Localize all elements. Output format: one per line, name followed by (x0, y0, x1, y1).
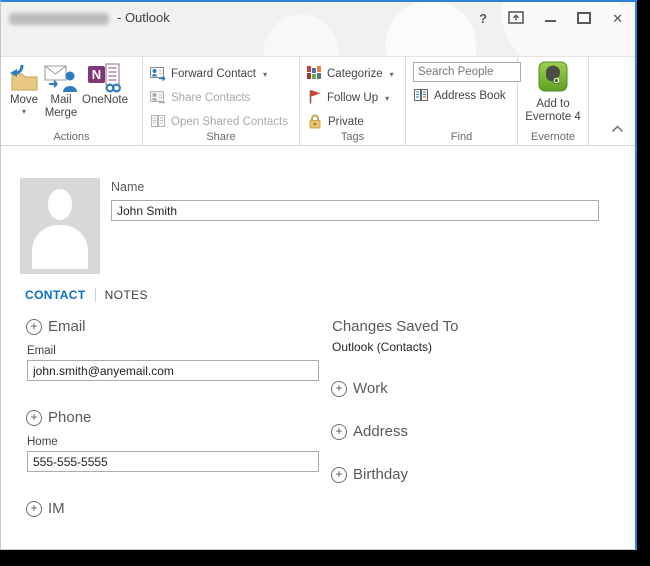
mail-merge-icon (44, 61, 78, 94)
add-im-icon[interactable]: + (26, 500, 42, 517)
follow-up-caret: ▾ (385, 93, 390, 103)
move-label: Move (9, 94, 39, 106)
ribbon-group-evernote: Add to Evernote 4 Evernote (518, 57, 589, 145)
email-section-title: Email (48, 318, 86, 335)
titlebar-background: - Outlook ? ✕ (1, 2, 635, 56)
address-book-icon (413, 87, 429, 106)
add-phone-icon[interactable]: + (26, 409, 42, 426)
email-field-label: Email (27, 345, 56, 357)
evernote-label-line1: Add to (536, 98, 570, 110)
address-book-label: Address Book (434, 90, 506, 102)
open-shared-contacts-icon (150, 113, 166, 132)
forward-contact-caret: ▾ (263, 69, 268, 79)
open-shared-contacts-label: Open Shared Contacts (171, 116, 288, 128)
categorize-label: Categorize (327, 68, 383, 80)
maximize-icon[interactable] (577, 12, 592, 24)
contact-photo-placeholder[interactable] (20, 178, 100, 274)
birthday-section-title: Birthday (353, 466, 409, 483)
minimize-icon[interactable] (545, 20, 557, 22)
add-email-icon[interactable]: + (26, 318, 42, 335)
group-label-actions: Actions (53, 131, 90, 143)
phone-section-title: Phone (48, 409, 92, 426)
ribbon-group-share: Forward Contact ▾ Share Contacts Open Sh… (143, 57, 300, 145)
contact-form: Name CONTACT NOTES + Email Email + Phone… (1, 146, 635, 549)
window-controls: ? ✕ (479, 2, 623, 34)
address-section-title: Address (353, 423, 409, 440)
name-field-label: Name (111, 180, 145, 194)
silhouette-torso (32, 225, 88, 269)
mail-merge-label-line1: Mail (50, 94, 72, 106)
follow-up-button[interactable]: Follow Up ▾ (307, 86, 405, 110)
phone-field-label: Home (27, 436, 58, 448)
add-to-evernote-button[interactable]: Add to Evernote 4 (518, 57, 588, 124)
forward-contact-label: Forward Contact (171, 68, 257, 80)
group-label-find: Find (450, 131, 473, 143)
follow-up-label: Follow Up (327, 92, 379, 104)
help-icon[interactable]: ? (479, 12, 487, 25)
evernote-label-line2: Evernote 4 (525, 111, 581, 123)
group-label-evernote: Evernote (530, 131, 576, 143)
address-section-header[interactable]: + Address (331, 423, 408, 440)
move-folder-icon (8, 61, 40, 94)
phone-section-header[interactable]: + Phone (26, 409, 91, 426)
group-label-share: Share (206, 131, 236, 143)
birthday-section-header[interactable]: + Birthday (331, 466, 408, 483)
private-label: Private (328, 116, 364, 128)
name-input[interactable] (111, 200, 599, 221)
ribbon-group-find: Address Book Find (406, 57, 521, 145)
email-section-header[interactable]: + Email (26, 318, 86, 335)
im-section-title: IM (48, 500, 65, 517)
categorize-button[interactable]: Categorize ▾ (307, 62, 405, 86)
move-button[interactable]: Move ▾ (6, 60, 42, 121)
im-section-header[interactable]: + IM (26, 500, 65, 517)
ribbon-display-options-icon[interactable] (508, 10, 524, 26)
private-lock-icon (307, 113, 323, 132)
ribbon-group-tags: Categorize ▾ Follow Up ▾ Private Tags (300, 57, 406, 145)
tab-divider (94, 288, 96, 302)
view-tabs: CONTACT NOTES (25, 288, 148, 302)
ribbon-filler (589, 57, 635, 145)
add-birthday-icon[interactable]: + (331, 466, 347, 483)
evernote-elephant-icon (538, 61, 568, 98)
categorize-icon (307, 65, 322, 83)
svg-text:N: N (92, 67, 101, 82)
search-people-input[interactable] (413, 62, 521, 82)
follow-up-flag-icon (307, 89, 322, 108)
add-work-icon[interactable]: + (331, 380, 347, 397)
tab-notes[interactable]: NOTES (105, 288, 148, 302)
outlook-contact-window: - Outlook ? ✕ Move ▾ Mail Merge N OneNot… (0, 0, 637, 550)
redacted-contact-name (9, 13, 109, 25)
forward-contact-icon (150, 65, 166, 84)
address-book-button[interactable]: Address Book (413, 84, 517, 108)
group-label-tags: Tags (340, 131, 365, 143)
window-title: - Outlook (117, 10, 170, 25)
ribbon: Move ▾ Mail Merge N OneNote Actions Forw… (1, 56, 635, 146)
share-contacts-button[interactable]: Share Contacts (150, 86, 299, 110)
changes-saved-to-value: Outlook (Contacts) (332, 340, 433, 354)
mail-merge-label-line2: Merge (44, 107, 78, 119)
collapse-ribbon-icon[interactable] (611, 120, 624, 138)
share-contacts-icon (150, 89, 166, 108)
work-section-title: Work (353, 380, 388, 397)
phone-input[interactable] (27, 451, 319, 472)
tab-contact[interactable]: CONTACT (25, 288, 86, 302)
add-address-icon[interactable]: + (331, 423, 347, 440)
forward-contact-button[interactable]: Forward Contact ▾ (150, 62, 299, 86)
onenote-icon: N (87, 61, 123, 94)
onenote-label: OneNote (82, 94, 129, 106)
work-section-header[interactable]: + Work (331, 380, 388, 397)
changes-saved-to-label: Changes Saved To (332, 318, 459, 335)
ribbon-group-actions: Move ▾ Mail Merge N OneNote Actions (1, 57, 143, 145)
titlebar[interactable]: - Outlook ? ✕ (1, 2, 635, 34)
silhouette-head (48, 189, 72, 220)
mail-merge-button[interactable]: Mail Merge (42, 60, 80, 121)
onenote-button[interactable]: N OneNote (80, 60, 130, 121)
close-icon[interactable]: ✕ (612, 12, 623, 25)
move-dropdown-caret: ▾ (21, 107, 26, 116)
share-contacts-label: Share Contacts (171, 92, 251, 104)
categorize-caret: ▾ (389, 69, 394, 79)
email-input[interactable] (27, 360, 319, 381)
